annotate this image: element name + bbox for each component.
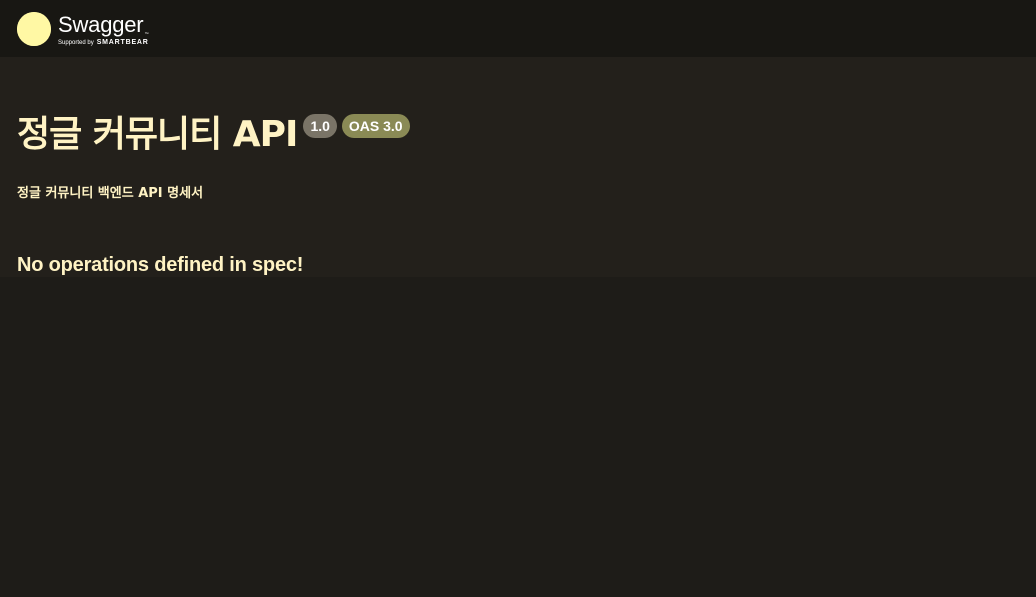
api-description: 정글 커뮤니티 백엔드 API 명세서 — [17, 186, 204, 201]
api-title: 정글 커뮤니티 API — [17, 114, 298, 155]
logo-text: Swagger™ Supported by SMARTBEAR — [58, 11, 149, 46]
logo-supported-by: Supported by SMARTBEAR — [58, 39, 149, 46]
info-section: 정글 커뮤니티 API 1.0 OAS 3.0 정글 커뮤니티 백엔드 API … — [0, 57, 1036, 277]
smartbear-brand: SMARTBEAR — [96, 38, 149, 46]
logo-trademark: ™ — [144, 30, 149, 36]
version-badge: 1.0 — [303, 114, 337, 138]
title-row: 정글 커뮤니티 API 1.0 OAS 3.0 — [17, 113, 415, 157]
topbar: Swagger™ Supported by SMARTBEAR — [0, 0, 1036, 57]
supported-by-text: Supported by — [58, 39, 94, 46]
version-badges: 1.0 OAS 3.0 — [303, 114, 414, 138]
swagger-logo-link[interactable]: Swagger™ Supported by SMARTBEAR — [17, 11, 149, 46]
no-operations-message: No operations defined in spec! — [17, 254, 304, 276]
swagger-logo-icon — [17, 11, 51, 46]
logo-name-text: Swagger — [58, 11, 144, 37]
oas-badge: OAS 3.0 — [341, 114, 410, 138]
logo-name: Swagger™ — [58, 11, 149, 37]
